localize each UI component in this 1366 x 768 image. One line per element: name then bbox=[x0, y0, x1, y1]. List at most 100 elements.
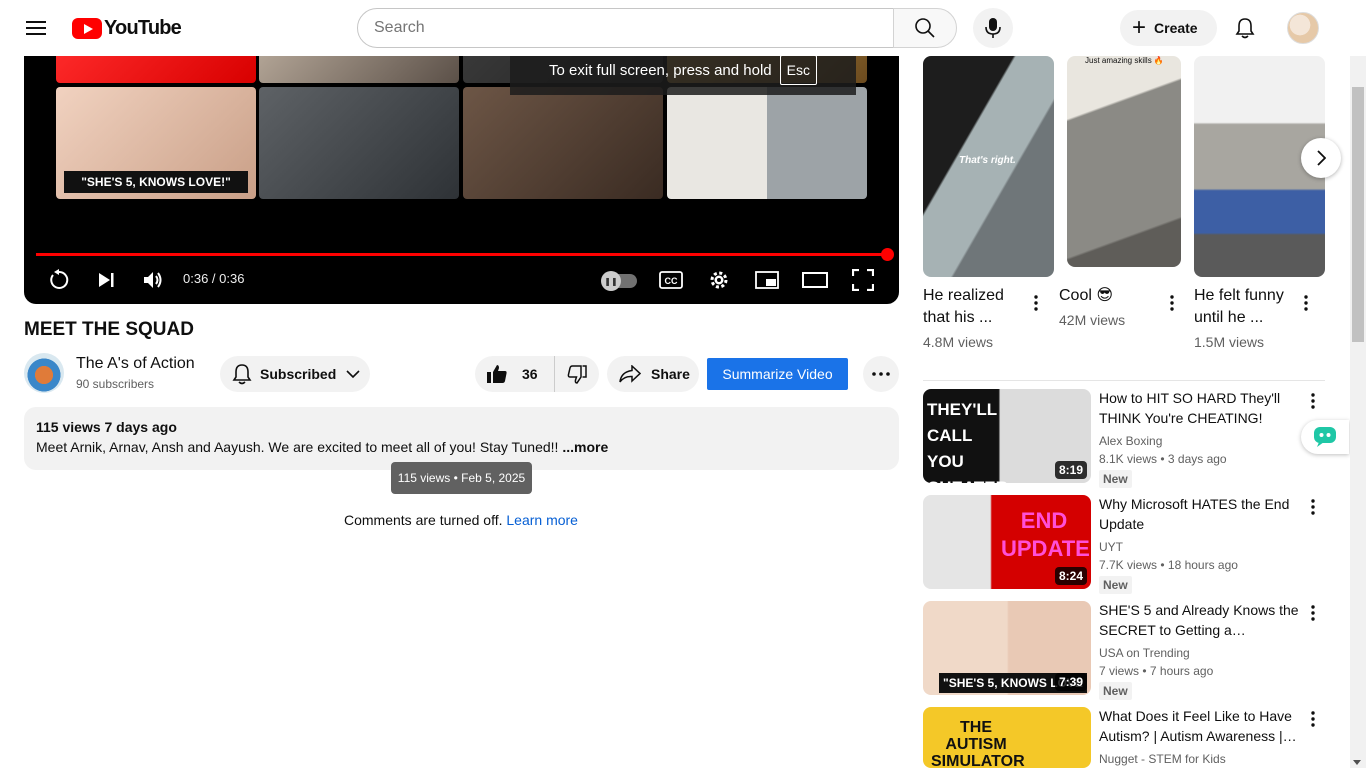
more-horizontal-icon bbox=[872, 372, 890, 376]
endscreen-video[interactable] bbox=[667, 87, 867, 199]
more-vertical-icon bbox=[1311, 499, 1315, 515]
more-actions-button[interactable] bbox=[863, 356, 899, 392]
short-title[interactable]: He felt funny until he ... bbox=[1194, 285, 1298, 329]
related-video-meta: 8.1K views • 3 days ago bbox=[1099, 452, 1227, 466]
endscreen-video[interactable]: "SHE'S 5, KNOWS LOVE!" bbox=[56, 87, 256, 199]
floating-chat-button[interactable] bbox=[1301, 420, 1349, 454]
related-channel-name[interactable]: UYT bbox=[1099, 540, 1123, 554]
endscreen-caption: "SHE'S 5, KNOWS LOVE!" bbox=[64, 171, 248, 193]
scroll-down-arrow[interactable] bbox=[1353, 760, 1361, 765]
volume-icon bbox=[144, 272, 162, 288]
more-vertical-icon bbox=[1304, 295, 1308, 311]
search-box[interactable] bbox=[357, 8, 894, 48]
related-thumbnail[interactable]: "SHE'S 5, KNOWS LOVE 7:39 bbox=[923, 601, 1091, 695]
like-button[interactable]: 36 bbox=[475, 356, 555, 392]
endscreen-video[interactable] bbox=[463, 87, 663, 199]
search-icon bbox=[915, 18, 935, 38]
autoplay-toggle[interactable]: ❚❚ bbox=[601, 271, 637, 291]
dislike-button[interactable] bbox=[555, 356, 599, 392]
related-video-title[interactable]: How to HIT SO HARD They'll THINK You're … bbox=[1099, 388, 1299, 428]
fullscreen-button[interactable] bbox=[843, 264, 883, 296]
related-menu-button[interactable] bbox=[1301, 389, 1325, 413]
scrubber-handle[interactable] bbox=[881, 248, 894, 261]
related-video-meta: 7.7K views • 18 hours ago bbox=[1099, 558, 1238, 572]
summarize-video-button[interactable]: Summarize Video bbox=[707, 358, 848, 390]
comments-turned-off: Comments are turned off. Learn more bbox=[344, 512, 578, 528]
views-date-tooltip: 115 views • Feb 5, 2025 bbox=[391, 462, 532, 494]
account-avatar[interactable] bbox=[1287, 12, 1319, 44]
next-button[interactable] bbox=[86, 264, 126, 296]
description-box[interactable]: 115 views 7 days ago Meet Arnik, Arnav, … bbox=[24, 407, 899, 470]
gear-icon bbox=[710, 271, 728, 289]
short-views: 42M views bbox=[1059, 312, 1126, 328]
new-badge: New bbox=[1099, 576, 1132, 594]
endscreen-video[interactable] bbox=[56, 56, 256, 83]
like-count: 36 bbox=[522, 366, 538, 382]
short-menu-button[interactable] bbox=[1294, 291, 1318, 315]
description-text: Meet Arnik, Arnav, Ansh and Aayush. We a… bbox=[36, 439, 609, 455]
more-vertical-icon bbox=[1311, 711, 1315, 727]
bell-icon bbox=[1235, 18, 1255, 39]
bell-icon bbox=[232, 364, 252, 385]
short-thumbnail[interactable]: Just amazing skills 🔥 bbox=[1067, 56, 1181, 267]
notifications-button[interactable] bbox=[1225, 8, 1265, 48]
short-menu-button[interactable] bbox=[1160, 291, 1184, 315]
exit-fullscreen-icon bbox=[852, 269, 874, 291]
theater-icon bbox=[802, 272, 828, 288]
short-overlay-text: That's right. bbox=[959, 155, 1016, 166]
related-thumbnail[interactable]: END UPDATE 8:24 bbox=[923, 495, 1091, 589]
scrollbar-thumb[interactable] bbox=[1352, 87, 1364, 342]
related-video-title[interactable]: What Does it Feel Like to Have Autism? |… bbox=[1099, 706, 1299, 746]
captions-icon: CC bbox=[659, 271, 683, 289]
related-thumbnail[interactable]: THEY'LL CALL YOU CHEATER 8:19 bbox=[923, 389, 1091, 483]
short-title[interactable]: Cool 😎 bbox=[1059, 285, 1159, 307]
related-video-title[interactable]: Why Microsoft HATES the End Update bbox=[1099, 494, 1299, 534]
short-views: 1.5M views bbox=[1194, 334, 1265, 350]
captions-button[interactable]: CC bbox=[651, 264, 691, 296]
related-menu-button[interactable] bbox=[1301, 707, 1325, 731]
create-button[interactable]: + Create bbox=[1120, 10, 1217, 46]
related-menu-button[interactable] bbox=[1301, 495, 1325, 519]
endscreen-video[interactable] bbox=[259, 56, 459, 83]
volume-button[interactable] bbox=[133, 264, 173, 296]
page-scrollbar[interactable] bbox=[1350, 56, 1366, 768]
replay-icon bbox=[50, 269, 69, 289]
channel-avatar[interactable] bbox=[24, 353, 64, 393]
plus-icon: + bbox=[1132, 14, 1147, 41]
search-input[interactable] bbox=[374, 19, 893, 37]
related-channel-name[interactable]: Alex Boxing bbox=[1099, 434, 1162, 448]
voice-search-button[interactable] bbox=[973, 8, 1013, 48]
related-video-title[interactable]: SHE'S 5 and Already Knows the SECRET to … bbox=[1099, 600, 1299, 640]
subscriber-count: 90 subscribers bbox=[76, 377, 155, 391]
description-more-link[interactable]: ...more bbox=[562, 439, 608, 455]
short-menu-button[interactable] bbox=[1024, 291, 1048, 315]
channel-name[interactable]: The A's of Action bbox=[76, 355, 195, 373]
svg-text:CC: CC bbox=[665, 276, 678, 286]
shorts-next-button[interactable] bbox=[1301, 138, 1341, 178]
related-thumbnail[interactable]: THE AUTISM SIMULATOR bbox=[923, 707, 1091, 768]
menu-icon[interactable] bbox=[20, 12, 52, 44]
learn-more-link[interactable]: Learn more bbox=[506, 512, 578, 528]
more-vertical-icon bbox=[1034, 295, 1038, 311]
progress-bar[interactable] bbox=[36, 253, 888, 256]
replay-button[interactable] bbox=[39, 264, 79, 296]
miniplayer-button[interactable] bbox=[747, 264, 787, 296]
endscreen-video[interactable] bbox=[259, 87, 459, 199]
subscribed-button[interactable]: Subscribed bbox=[220, 356, 370, 392]
settings-button[interactable] bbox=[699, 264, 739, 296]
video-duration: 8:19 bbox=[1054, 461, 1087, 479]
search-button[interactable] bbox=[893, 8, 957, 48]
theater-mode-button[interactable] bbox=[795, 264, 835, 296]
share-icon bbox=[619, 365, 641, 383]
related-channel-name[interactable]: Nugget - STEM for Kids bbox=[1099, 752, 1226, 766]
short-title[interactable]: He realized that his ... bbox=[923, 285, 1023, 329]
related-channel-name[interactable]: USA on Trending bbox=[1099, 646, 1190, 660]
share-button[interactable]: Share bbox=[607, 356, 699, 392]
youtube-logo[interactable]: YouTube bbox=[72, 16, 182, 40]
short-thumbnail[interactable]: That's right. bbox=[923, 56, 1054, 277]
related-menu-button[interactable] bbox=[1301, 601, 1325, 625]
miniplayer-icon bbox=[755, 271, 779, 289]
video-player[interactable]: "SHE'S 5, KNOWS LOVE!" To exit full scre… bbox=[24, 56, 899, 304]
chat-bot-icon bbox=[1314, 427, 1336, 447]
more-vertical-icon bbox=[1311, 605, 1315, 621]
